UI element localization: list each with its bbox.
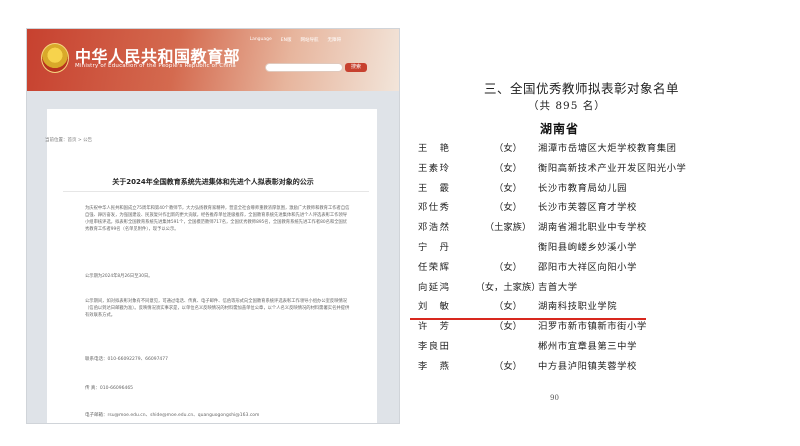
- top-link-accessibility[interactable]: 无障碍: [328, 37, 342, 43]
- article-title: 关于2024年全国教育系统先进集体和先进个人拟表彰对象的公示: [112, 178, 314, 186]
- list-count: （共 895 名）: [528, 100, 606, 112]
- honoree-unit: 邵阳市大祥区向阳小学: [538, 261, 637, 273]
- list-item: 邓浩然 （土家族） 湖南省湘北职业中专学校: [400, 215, 776, 235]
- honoree-name: 宁 丹: [418, 241, 451, 253]
- search-button[interactable]: 搜索: [345, 63, 367, 72]
- honor-list-page: 三、全国优秀教师拟表彰对象名单 （共 895 名） 湖南省 王 艳（女） 湘潭市岳…: [400, 28, 776, 424]
- site-subtitle: Ministry of Education of the People's Re…: [75, 63, 236, 69]
- article-panel: [47, 109, 377, 423]
- search-input[interactable]: [265, 63, 343, 72]
- honoree-name: 许 芳: [418, 321, 451, 333]
- honoree-name: 邓仕秀: [418, 202, 451, 214]
- honoree-unit: 长沙市教育局幼儿园: [538, 182, 628, 194]
- website-screenshot: 中华人民共和国教育部 Ministry of Education of the …: [26, 28, 400, 424]
- list-item: 李 燕（女） 中方县泸阳镇芙蓉学校: [400, 354, 776, 374]
- top-link-english[interactable]: EN版: [281, 37, 292, 43]
- list-item: 向延鸿 （女，土家族） 吉首大学: [400, 275, 776, 295]
- honoree-unit: 衡阳高新技术产业开发区阳光小学: [538, 162, 687, 174]
- honoree-name: 向延鸿: [418, 281, 451, 293]
- highlight-underline: [410, 318, 646, 320]
- list-item: 李良田 郴州市宜章县第三中学: [400, 334, 776, 354]
- fax-number: 传 真：010-66096465: [85, 386, 134, 391]
- email-addresses: 电子邮箱：rsu@moe.edu.cn、shide@moe.edu.cn、qua…: [85, 413, 260, 418]
- article-paragraph: 为庆祝中华人民共和国成立75周年和第40个教师节，大力弘扬教育家精神，营造全社会…: [85, 206, 350, 232]
- honoree-name: 王 霰: [418, 182, 451, 194]
- title-divider: [63, 191, 369, 192]
- national-emblem-icon: [41, 43, 69, 73]
- honoree-unit: 长沙市芙蓉区育才学校: [538, 202, 637, 214]
- honoree-unit: 湖南省湘北职业中专学校: [538, 222, 647, 234]
- contact-phone: 联系电话：010-66092279、66097477: [85, 357, 169, 362]
- province-heading: 湖南省: [540, 122, 580, 136]
- honoree-name: 刘 敏: [418, 301, 451, 313]
- article-paragraph: 公示期间，如对拟表彰对象有不同意见，可通过电话、传真、电子邮件、信函等形式向全国…: [85, 299, 350, 318]
- page-number: 90: [550, 394, 559, 402]
- top-links: Language EN版 网站导航 无障碍: [250, 37, 341, 43]
- honoree-name: 任荣辉: [418, 261, 451, 273]
- honoree-unit: 湖南科技职业学院: [538, 301, 618, 313]
- honoree-name: 邓浩然: [418, 222, 451, 234]
- honoree-name: 李良田: [418, 340, 451, 352]
- list-item: 王 霰（女） 长沙市教育局幼儿园: [400, 176, 776, 196]
- list-item: 王素玲 （女） 衡阳高新技术产业开发区阳光小学: [400, 156, 776, 176]
- honoree-unit: 湘潭市岳塘区大炬学校教育集团: [538, 143, 677, 154]
- honoree-name: 王素玲: [418, 162, 451, 174]
- honoree-unit: 中方县泸阳镇芙蓉学校: [538, 360, 637, 372]
- list-heading: 三、全国优秀教师拟表彰对象名单: [484, 81, 680, 96]
- top-link-language[interactable]: Language: [250, 37, 272, 43]
- top-link-sitemap[interactable]: 网站导航: [301, 37, 319, 43]
- honoree-unit: 汨罗市新市镇新市街小学: [538, 321, 647, 333]
- article-paragraph: 公示期为2024年8月26日至30日。: [85, 274, 153, 279]
- honoree-name: 李 燕: [418, 360, 451, 372]
- honoree-unit: 郴州市宜章县第三中学: [538, 340, 637, 352]
- list-item: 邓仕秀 （女） 长沙市芙蓉区育才学校: [400, 195, 776, 215]
- honoree-list: 王 艳（女） 湘潭市岳塘区大炬学校教育集团 王素玲 （女） 衡阳高新技术产业开发区阳光…: [400, 136, 776, 374]
- honoree-unit: 衡阳县岣嵝乡妙溪小学: [538, 241, 637, 253]
- list-item-highlighted: 刘 敏（女） 湖南科技职业学院: [400, 294, 776, 314]
- list-item: 宁 丹 衡阳县岣嵝乡妙溪小学: [400, 235, 776, 255]
- list-item: 任荣辉 （女） 邵阳市大祥区向阳小学: [400, 255, 776, 275]
- list-item: 王 艳（女） 湘潭市岳塘区大炬学校教育集团: [400, 136, 776, 156]
- honoree-name: 王 艳: [418, 143, 451, 154]
- honoree-unit: 吉首大学: [538, 281, 578, 293]
- breadcrumb: 当前位置：首页 > 公告: [45, 138, 93, 143]
